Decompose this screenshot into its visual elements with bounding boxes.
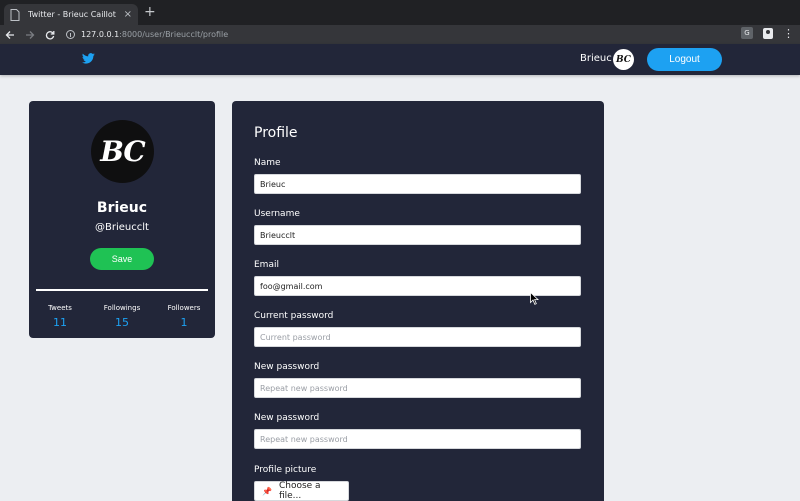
stat-value: 1 [180, 316, 188, 329]
nav-username[interactable]: Brieuc [580, 53, 612, 64]
browser-tab[interactable]: Twitter - Brieuc Caillot × [4, 4, 138, 25]
arrow-left-icon [5, 30, 14, 39]
kebab-menu-icon[interactable]: ⋮ [783, 28, 794, 39]
browser-tab-bar: Twitter - Brieuc Caillot × + [0, 0, 800, 25]
current-password-label: Current password [254, 311, 334, 321]
current-password-input[interactable] [254, 327, 581, 347]
username-label: Username [254, 209, 300, 219]
page-icon [10, 8, 20, 21]
stat-followings[interactable]: Followings 15 [91, 304, 153, 329]
mouse-cursor-icon [530, 292, 539, 305]
url-path: :8000/user/Brieucclt/profile [119, 30, 229, 39]
info-icon[interactable] [66, 30, 75, 39]
close-icon[interactable]: × [124, 9, 132, 20]
name-input[interactable] [254, 174, 581, 194]
browser-toolbar: 127.0.0.1:8000/user/Brieucclt/profile G … [0, 25, 800, 44]
profile-avatar: BC [91, 120, 154, 183]
logout-button[interactable]: Logout [647, 48, 722, 71]
profile-picture-label: Profile picture [254, 465, 317, 475]
divider [36, 289, 208, 291]
stat-label: Followings [103, 304, 141, 312]
repeat-password-input[interactable] [254, 429, 581, 449]
address-bar[interactable]: 127.0.0.1:8000/user/Brieucclt/profile [62, 26, 738, 43]
choose-file-button[interactable]: 📌 Choose a file... [254, 481, 349, 501]
tab-title: Twitter - Brieuc Caillot [28, 10, 116, 19]
stat-followers[interactable]: Followers 1 [153, 304, 215, 329]
profile-name: Brieuc [96, 200, 148, 216]
stat-tweets[interactable]: Tweets 11 [29, 304, 91, 329]
profile-icon[interactable] [763, 27, 773, 39]
stat-label: Tweets [48, 304, 72, 312]
email-label: Email [254, 260, 279, 270]
profile-avatar-initials: BC [100, 135, 145, 168]
choose-file-label: Choose a file... [278, 481, 321, 501]
save-button[interactable]: Save [90, 248, 154, 270]
profile-form: Profile Name Username Email Current pass… [232, 101, 604, 501]
avatar[interactable]: BC [613, 49, 634, 70]
stat-value: 15 [115, 316, 129, 329]
stat-value: 11 [53, 316, 67, 329]
profile-card: BC Brieuc @Brieucclt Save Tweets 11 Foll… [29, 101, 215, 338]
reload-button[interactable] [40, 25, 60, 44]
app-navbar: Brieuc BC Logout [0, 44, 800, 75]
pin-icon: 📌 [262, 486, 272, 496]
avatar-initials: BC [616, 54, 631, 65]
profile-handle: @Brieucclt [95, 222, 149, 233]
new-password-label: New password [254, 362, 320, 372]
forward-button[interactable] [20, 25, 40, 44]
repeat-password-label: New password [254, 413, 320, 423]
new-tab-button[interactable]: + [144, 5, 156, 19]
back-button[interactable] [0, 25, 20, 44]
toolbar-actions: G ⋮ [741, 27, 794, 39]
reload-icon [45, 30, 55, 40]
arrow-right-icon [26, 30, 35, 39]
twitter-bird-icon[interactable] [82, 53, 95, 64]
translate-icon[interactable]: G [741, 27, 753, 39]
url-host: 127.0.0.1 [81, 30, 120, 39]
name-label: Name [254, 158, 281, 168]
username-input[interactable] [254, 225, 581, 245]
page-title: Profile [254, 125, 298, 141]
stat-label: Followers [167, 304, 201, 312]
new-password-input[interactable] [254, 378, 581, 398]
